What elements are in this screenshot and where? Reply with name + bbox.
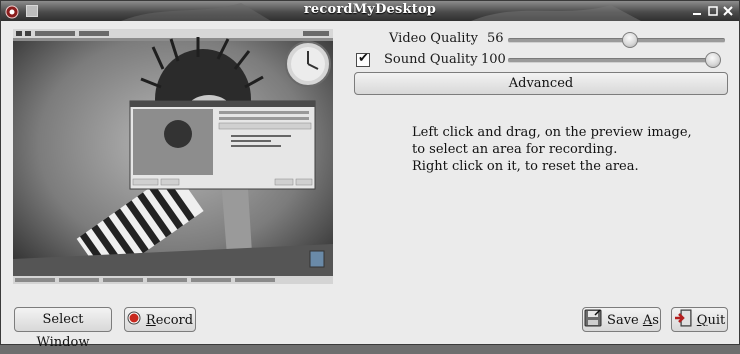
sound-quality-value: 100 [481, 52, 506, 67]
save-as-button[interactable]: Save As [582, 307, 661, 332]
window-title: recordMyDesktop [303, 2, 437, 17]
video-quality-knob[interactable] [621, 32, 638, 48]
close-icon[interactable] [722, 5, 734, 17]
record-dot-icon [127, 311, 141, 329]
sound-quality-track [508, 58, 719, 63]
save-floppy-icon [584, 309, 602, 331]
save-as-label: Save As [607, 313, 659, 328]
record-label: Record [146, 313, 193, 328]
record-button[interactable]: Record [124, 307, 196, 332]
title-bar[interactable]: recordMyDesktop [1, 1, 739, 21]
quit-exit-icon [674, 309, 692, 331]
save-as-label-mnemonic: A [642, 312, 653, 328]
video-quality-label: Video Quality [389, 31, 478, 46]
recordmydesktop-window: recordMyDesktop Video Quality 56 ✔ Sound… [0, 0, 740, 350]
quit-label-mnemonic: Q [696, 312, 708, 328]
save-as-label-prefix: Save [607, 312, 643, 328]
quit-label-rest: uit [707, 312, 726, 328]
advanced-button[interactable]: Advanced [354, 72, 728, 95]
instructions-text: Left click and drag, on the preview imag… [412, 124, 692, 175]
desktop-preview-image[interactable] [13, 29, 333, 284]
record-label-rest: ecord [155, 312, 194, 328]
save-as-label-rest: s [652, 312, 659, 328]
sound-quality-label: Sound Quality [384, 52, 478, 67]
sound-quality-knob[interactable] [705, 52, 721, 68]
video-quality-slider[interactable] [508, 32, 725, 48]
video-quality-track [508, 38, 725, 43]
video-quality-value: 56 [487, 31, 504, 46]
sound-quality-slider[interactable] [508, 52, 721, 68]
minimize-icon[interactable] [691, 5, 703, 17]
instructions-line-2: to select an area for recording. [412, 142, 618, 157]
instructions-line-3: Right click on it, to reset the area. [412, 159, 639, 174]
instructions-line-1: Left click and drag, on the preview imag… [412, 125, 692, 140]
quit-label: Quit [697, 313, 725, 328]
sound-quality-checkbox[interactable]: ✔ [356, 51, 370, 67]
quit-button[interactable]: Quit [671, 307, 728, 332]
maximize-icon[interactable] [707, 5, 719, 17]
record-label-mnemonic: R [145, 312, 156, 328]
select-window-button[interactable]: Select Window [14, 307, 112, 350]
checkmark-icon: ✔ [358, 51, 369, 66]
